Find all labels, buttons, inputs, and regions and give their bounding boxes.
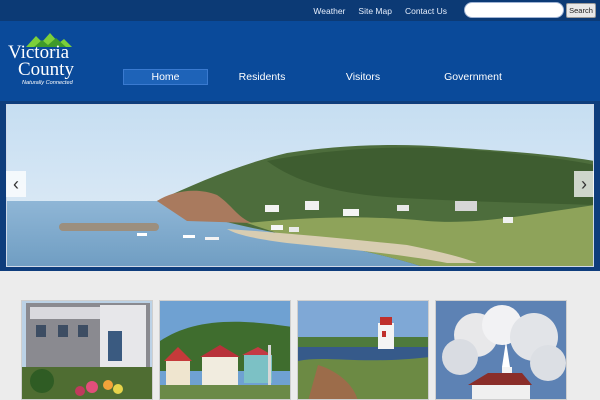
search-button[interactable]: Search <box>566 3 596 18</box>
photo-gallery <box>0 271 600 400</box>
nav-home[interactable]: Home <box>123 69 208 85</box>
town-hall-photo <box>22 301 152 399</box>
slider-prev-arrow[interactable]: ‹ <box>6 171 26 197</box>
houses-photo <box>160 301 290 399</box>
church-photo <box>436 301 566 399</box>
lighthouse-photo <box>298 301 428 399</box>
site-map-link[interactable]: Site Map <box>358 6 392 16</box>
utility-links: Weather Site Map Contact Us <box>313 0 447 21</box>
nav-government[interactable]: Government <box>410 69 536 85</box>
site-logo[interactable]: Victoria County Naturally Connected <box>6 33 90 93</box>
weather-link[interactable]: Weather <box>313 6 345 16</box>
slider-next-arrow[interactable]: › <box>574 171 594 197</box>
main-nav: Home Residents Visitors Government <box>123 69 536 85</box>
nav-visitors[interactable]: Visitors <box>316 69 410 85</box>
gallery-thumb-lighthouse[interactable] <box>297 300 429 400</box>
logo-wordmark-line2: County <box>18 59 74 80</box>
top-bar: Weather Site Map Contact Us Search <box>0 0 600 21</box>
logo-tagline: Naturally Connected <box>22 80 73 86</box>
coastal-village-photo <box>7 105 593 266</box>
hero-slider: ‹ › <box>0 101 600 271</box>
slide-image <box>6 104 594 267</box>
gallery-thumb-houses[interactable] <box>159 300 291 400</box>
nav-residents[interactable]: Residents <box>208 69 316 85</box>
search-input[interactable] <box>464 2 564 18</box>
gallery-thumb-church[interactable] <box>435 300 567 400</box>
site-header: Victoria County Naturally Connected Home… <box>0 21 600 101</box>
contact-us-link[interactable]: Contact Us <box>405 6 447 16</box>
gallery-thumb-town-hall[interactable] <box>21 300 153 400</box>
